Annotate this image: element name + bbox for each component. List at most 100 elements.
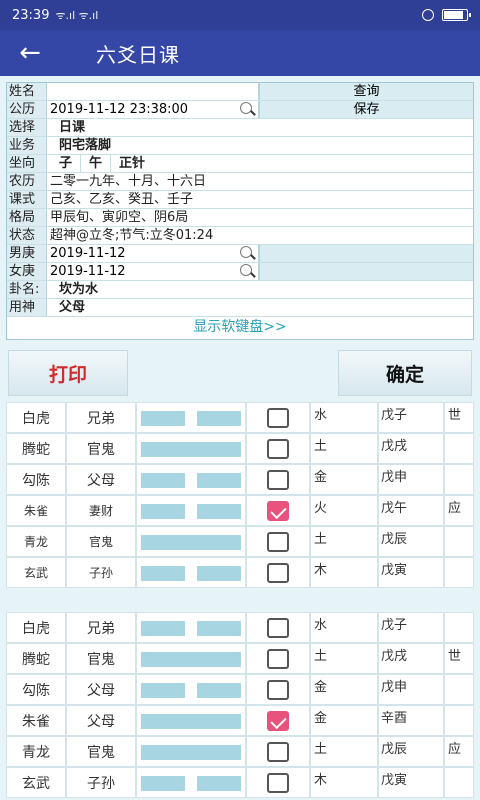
six-relation: 子孙 xyxy=(66,557,136,588)
zhen-select[interactable]: 正针 xyxy=(111,155,153,172)
row-business: 业务 阳宅落脚 xyxy=(7,137,473,155)
ganzhi: 戊辰 xyxy=(378,526,444,557)
shi-ying-mark: 世 xyxy=(444,402,474,433)
yang-bar xyxy=(141,745,241,760)
nvgeng-field[interactable]: 2019-11-12 xyxy=(47,263,259,280)
select-label: 选择 xyxy=(7,119,47,136)
six-god: 朱雀 xyxy=(6,705,66,736)
ganzhi: 戊辰 xyxy=(378,736,444,767)
hexagram-line-row: 玄武 子孙 木戊寅 xyxy=(6,767,474,798)
move-line-checkbox[interactable] xyxy=(267,500,289,521)
yongshen-dropdown[interactable]: 父母 xyxy=(47,299,473,316)
row-yongshen: 用神 父母 xyxy=(7,299,473,317)
move-line-checkbox[interactable] xyxy=(267,407,289,428)
six-god: 玄武 xyxy=(6,767,66,798)
gua-label: 卦名: xyxy=(7,281,47,298)
move-line-cell xyxy=(246,767,310,798)
gongli-field[interactable]: 2019-11-12 23:38:00 xyxy=(47,101,259,118)
nangeng-value: 2019-11-12 xyxy=(50,246,126,261)
six-relation: 官鬼 xyxy=(66,433,136,464)
yao-line xyxy=(136,526,246,557)
query-button[interactable]: 查询 xyxy=(259,83,473,100)
battery-icon xyxy=(442,9,471,21)
zuo-select[interactable]: 子 xyxy=(51,155,82,172)
shi-ying-mark xyxy=(444,612,474,643)
geju-value: 甲辰旬、寅卯空、阴6局 xyxy=(50,210,189,225)
shi-ying-mark xyxy=(444,674,474,705)
save-button[interactable]: 保存 xyxy=(259,101,473,118)
six-relation: 子孙 xyxy=(66,767,136,798)
hexagram-line-row: 青龙 官鬼 土戊辰应 xyxy=(6,736,474,767)
shi-ying-mark: 应 xyxy=(444,736,474,767)
move-line-cell xyxy=(246,612,310,643)
ganzhi: 戊申 xyxy=(378,464,444,495)
yao-line xyxy=(136,674,246,705)
ganzhi: 戊寅 xyxy=(378,557,444,588)
ganzhi: 戊子 xyxy=(378,402,444,433)
show-keyboard-link[interactable]: 显示软键盘>> xyxy=(7,317,473,339)
move-line-checkbox[interactable] xyxy=(267,772,289,793)
yang-bar xyxy=(141,652,241,667)
yao-line xyxy=(136,402,246,433)
ganzhi: 戊寅 xyxy=(378,767,444,798)
search-icon[interactable] xyxy=(238,245,256,263)
move-line-checkbox[interactable] xyxy=(267,617,289,638)
move-line-checkbox[interactable] xyxy=(267,648,289,669)
yin-bar-right xyxy=(197,621,241,636)
move-line-cell xyxy=(246,402,310,433)
move-line-cell xyxy=(246,433,310,464)
six-god: 腾蛇 xyxy=(6,643,66,674)
ganzhi: 戊戌 xyxy=(378,433,444,464)
print-button[interactable]: 打印 xyxy=(8,350,128,396)
name-input[interactable] xyxy=(47,83,259,100)
select-dropdown[interactable]: 日课 xyxy=(47,119,473,136)
hexagram-line-row: 腾蛇 官鬼 土戊戌世 xyxy=(6,643,474,674)
xiang-select[interactable]: 午 xyxy=(81,155,112,172)
six-relation: 官鬼 xyxy=(66,643,136,674)
confirm-button[interactable]: 确定 xyxy=(338,350,472,396)
name-label: 姓名 xyxy=(7,83,47,100)
search-icon[interactable] xyxy=(238,263,256,281)
move-line-checkbox[interactable] xyxy=(267,469,289,490)
app-bar: ← 六爻日课 xyxy=(0,30,480,76)
six-god: 勾陈 xyxy=(6,674,66,705)
status-bar: 23:39 ᯤ.ıl ᯤ.ıl xyxy=(0,0,480,30)
gongli-label: 公历 xyxy=(7,101,47,118)
business-dropdown[interactable]: 阳宅落脚 xyxy=(47,137,473,154)
five-element: 火 xyxy=(310,495,378,526)
six-relation: 兄弟 xyxy=(66,612,136,643)
hexagram-line-row: 青龙 官鬼 土戊辰 xyxy=(6,526,474,557)
gua-dropdown[interactable]: 坎为水 xyxy=(47,281,473,298)
hexagram-line-row: 腾蛇 官鬼 土戊戌 xyxy=(6,433,474,464)
six-relation: 官鬼 xyxy=(66,736,136,767)
gongli-value: 2019-11-12 23:38:00 xyxy=(50,102,189,117)
row-select: 选择 日课 xyxy=(7,119,473,137)
move-line-checkbox[interactable] xyxy=(267,562,289,583)
shi-ying-mark xyxy=(444,433,474,464)
back-arrow-icon[interactable]: ← xyxy=(0,30,60,76)
move-line-checkbox[interactable] xyxy=(267,710,289,731)
nangeng-field[interactable]: 2019-11-12 xyxy=(47,245,259,262)
row-geju: 格局 甲辰旬、寅卯空、阴6局 xyxy=(7,209,473,227)
nangeng-label: 男庚 xyxy=(7,245,47,262)
five-element: 土 xyxy=(310,736,378,767)
search-icon[interactable] xyxy=(238,101,256,119)
yao-line xyxy=(136,495,246,526)
six-god: 玄武 xyxy=(6,557,66,588)
five-element: 木 xyxy=(310,557,378,588)
move-line-checkbox[interactable] xyxy=(267,741,289,762)
six-god: 白虎 xyxy=(6,612,66,643)
zuoxiang-field: 子 午 正针 xyxy=(47,155,473,172)
yin-bar-left xyxy=(141,566,185,581)
move-line-checkbox[interactable] xyxy=(267,438,289,459)
nvgeng-value: 2019-11-12 xyxy=(50,264,126,279)
alarm-icon xyxy=(422,9,434,21)
signal-icon: ᯤ.ıl ᯤ.ıl xyxy=(55,8,99,22)
yao-line xyxy=(136,464,246,495)
yang-bar xyxy=(141,442,241,457)
move-line-checkbox[interactable] xyxy=(267,679,289,700)
six-god: 青龙 xyxy=(6,736,66,767)
yin-bar-right xyxy=(197,504,241,519)
move-line-checkbox[interactable] xyxy=(267,531,289,552)
row-gua: 卦名: 坎为水 xyxy=(7,281,473,299)
